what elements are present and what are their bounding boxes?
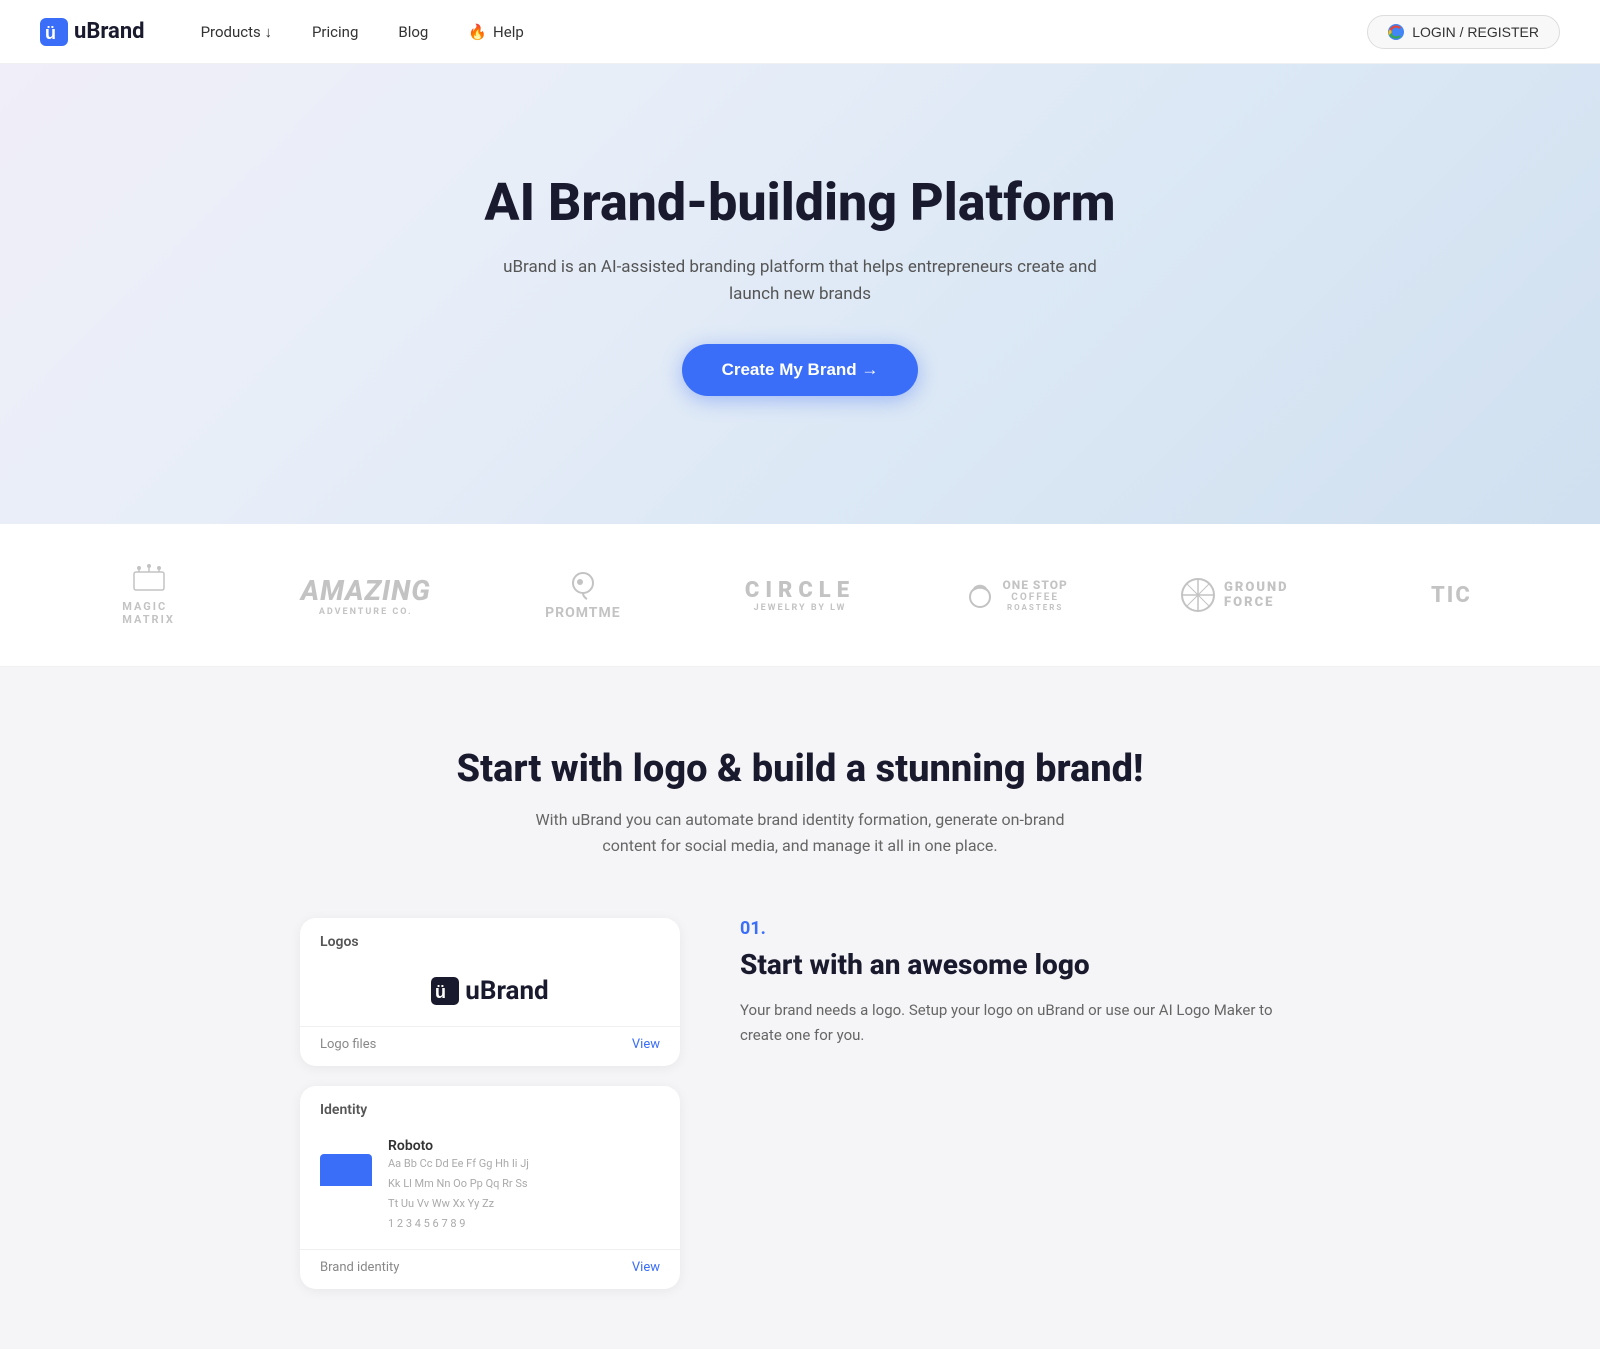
logos-strip: MAGICMATRIX Amazing ADVENTURE CO. PromtM… [0, 524, 1600, 667]
identity-footer: Brand identity View [300, 1249, 680, 1289]
feature-text: 01. Start with an awesome logo Your bran… [740, 918, 1300, 1048]
identity-footer-label: Brand identity [320, 1260, 399, 1275]
identity-font-name: Roboto [388, 1138, 660, 1154]
logos-card-header: Logos [300, 918, 680, 960]
login-button[interactable]: LOGIN / REGISTER [1367, 15, 1560, 49]
hero-title: AI Brand-building Platform [484, 172, 1115, 234]
google-icon [1388, 24, 1404, 40]
logo-files-row: Logo files View [300, 1026, 680, 1066]
nav-help[interactable]: 🔥 Help [452, 15, 539, 49]
nav-blog[interactable]: Blog [382, 15, 444, 49]
logos-view-link[interactable]: View [632, 1037, 660, 1052]
identity-card-header: Identity [300, 1086, 680, 1128]
feature-description: Your brand needs a logo. Setup your logo… [740, 998, 1300, 1049]
identity-info: Roboto Aa Bb Cc Dd Ee Ff Gg Hh Ii Jj Kk … [388, 1138, 660, 1233]
help-icon: 🔥 [468, 23, 487, 41]
logo-text: uBrand [74, 19, 145, 44]
brand-logo-tic: Tic [1343, 583, 1560, 608]
ubrand-logo-preview: ü uBrand [431, 976, 548, 1006]
ubrand-preview-icon: ü [431, 977, 459, 1005]
cta-button[interactable]: Create My Brand → [682, 344, 919, 396]
features-section: Start with logo & build a stunning brand… [0, 667, 1600, 1349]
hero-subtitle: uBrand is an AI-assisted branding platfo… [500, 254, 1100, 308]
identity-card-label: Identity [320, 1102, 367, 1118]
hero-section: AI Brand-building Platform uBrand is an … [0, 64, 1600, 524]
nav-products[interactable]: Products ↓ [185, 15, 288, 49]
identity-thumb [320, 1154, 372, 1218]
navbar: ü uBrand Products ↓ Pricing Blog 🔥 Help … [0, 0, 1600, 64]
features-cards: Logos ü uBrand Logo files View [300, 918, 680, 1289]
coffee-icon [966, 581, 994, 609]
logos-card: Logos ü uBrand Logo files View [300, 918, 680, 1066]
ground-force-icon [1180, 577, 1216, 613]
logo[interactable]: ü uBrand [40, 18, 145, 46]
brand-logo-promptme: PromtMe [474, 569, 691, 621]
nav-pricing[interactable]: Pricing [296, 15, 374, 49]
logo-files-label: Logo files [320, 1037, 376, 1052]
svg-text:ü: ü [435, 982, 446, 1002]
brand-logo-ground-force: GROUND FORCE [1126, 577, 1343, 613]
feature-number: 01. [740, 918, 1300, 939]
features-content: Logos ü uBrand Logo files View [300, 918, 1300, 1289]
features-title: Start with logo & build a stunning brand… [40, 747, 1560, 791]
logos-card-label: Logos [320, 934, 359, 950]
identity-card-body: Roboto Aa Bb Cc Dd Ee Ff Gg Hh Ii Jj Kk … [300, 1128, 680, 1249]
svg-text:ü: ü [45, 23, 56, 43]
brand-logo-one-stop-coffee: ONE STOP COFFEE ROASTERS [909, 578, 1126, 612]
brand-logo-magic-matrix: MAGICMATRIX [40, 564, 257, 626]
identity-view-link[interactable]: View [632, 1260, 660, 1275]
logos-card-body: ü uBrand [300, 960, 680, 1026]
promptme-icon [567, 569, 599, 601]
feature-heading: Start with an awesome logo [740, 947, 1300, 983]
features-subtitle: With uBrand you can automate brand ident… [530, 807, 1070, 858]
brand-logo-amazing: Amazing ADVENTURE CO. [257, 574, 474, 617]
brand-logo-circle: CIRCLE JEWELRY BY LW [691, 578, 908, 613]
nav-links: Products ↓ Pricing Blog 🔥 Help [185, 15, 1368, 49]
identity-card: Identity Roboto Aa Bb Cc Dd Ee Ff Gg Hh … [300, 1086, 680, 1289]
identity-font-detail: Aa Bb Cc Dd Ee Ff Gg Hh Ii Jj Kk Ll Mm N… [388, 1154, 660, 1233]
magic-matrix-icon [129, 564, 169, 596]
